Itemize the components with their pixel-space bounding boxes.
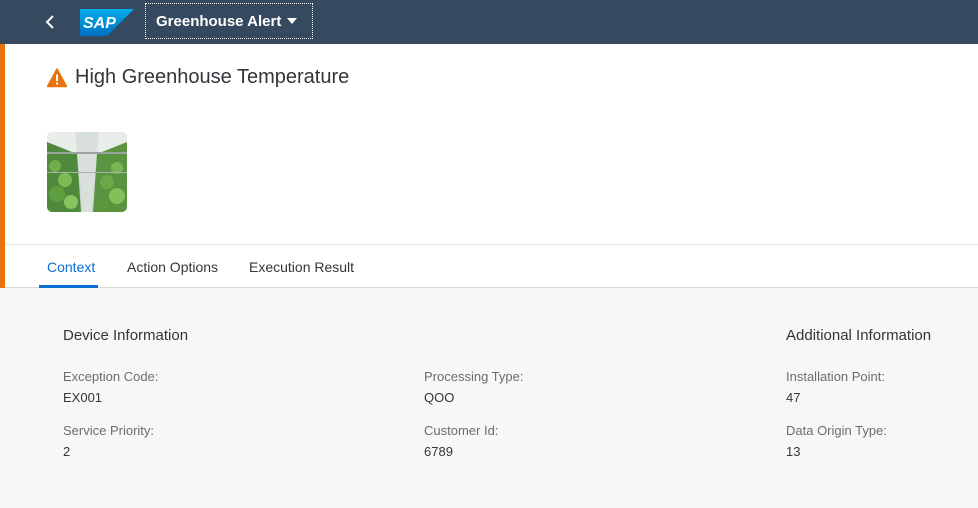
tab-action-options[interactable]: Action Options [127, 245, 218, 287]
active-tab-indicator [39, 285, 98, 288]
tab-bar: Context Action Options Execution Result [5, 245, 978, 288]
service-priority-label: Service Priority: [63, 423, 155, 438]
page-title-row: High Greenhouse Temperature [47, 66, 349, 89]
processing-type-label: Processing Type: [424, 369, 524, 384]
app-title: Greenhouse Alert [156, 12, 282, 30]
customer-id-label: Customer Id: [424, 423, 499, 438]
page-title: High Greenhouse Temperature [75, 66, 350, 88]
warning-icon [47, 67, 67, 87]
sap-logo: SAP [80, 9, 134, 36]
additional-information-title: Additional Information [786, 327, 932, 344]
greenhouse-image [47, 132, 127, 212]
data-origin-type-label: Data Origin Type: [786, 423, 887, 438]
installation-point-label: Installation Point: [786, 369, 886, 384]
tab-context[interactable]: Context [47, 245, 95, 287]
service-priority-value: 2 [63, 444, 71, 459]
svg-text:SAP: SAP [83, 15, 116, 32]
app-title-menu-button[interactable]: Greenhouse Alert [145, 3, 313, 39]
exception-code-label: Exception Code: [63, 369, 159, 384]
customer-id-value: 6789 [424, 444, 453, 459]
dropdown-caret-icon [287, 18, 298, 24]
back-arrow-icon [45, 15, 54, 29]
tab-execution-result[interactable]: Execution Result [249, 245, 354, 287]
back-button[interactable] [36, 8, 64, 36]
device-information-title: Device Information [63, 327, 189, 344]
installation-point-value: 47 [786, 390, 801, 405]
data-origin-type-value: 13 [786, 444, 801, 459]
processing-type-value: QOO [424, 390, 455, 405]
shell-bar: SAP Greenhouse Alert [0, 0, 978, 44]
exception-code-value: EX001 [63, 390, 103, 405]
